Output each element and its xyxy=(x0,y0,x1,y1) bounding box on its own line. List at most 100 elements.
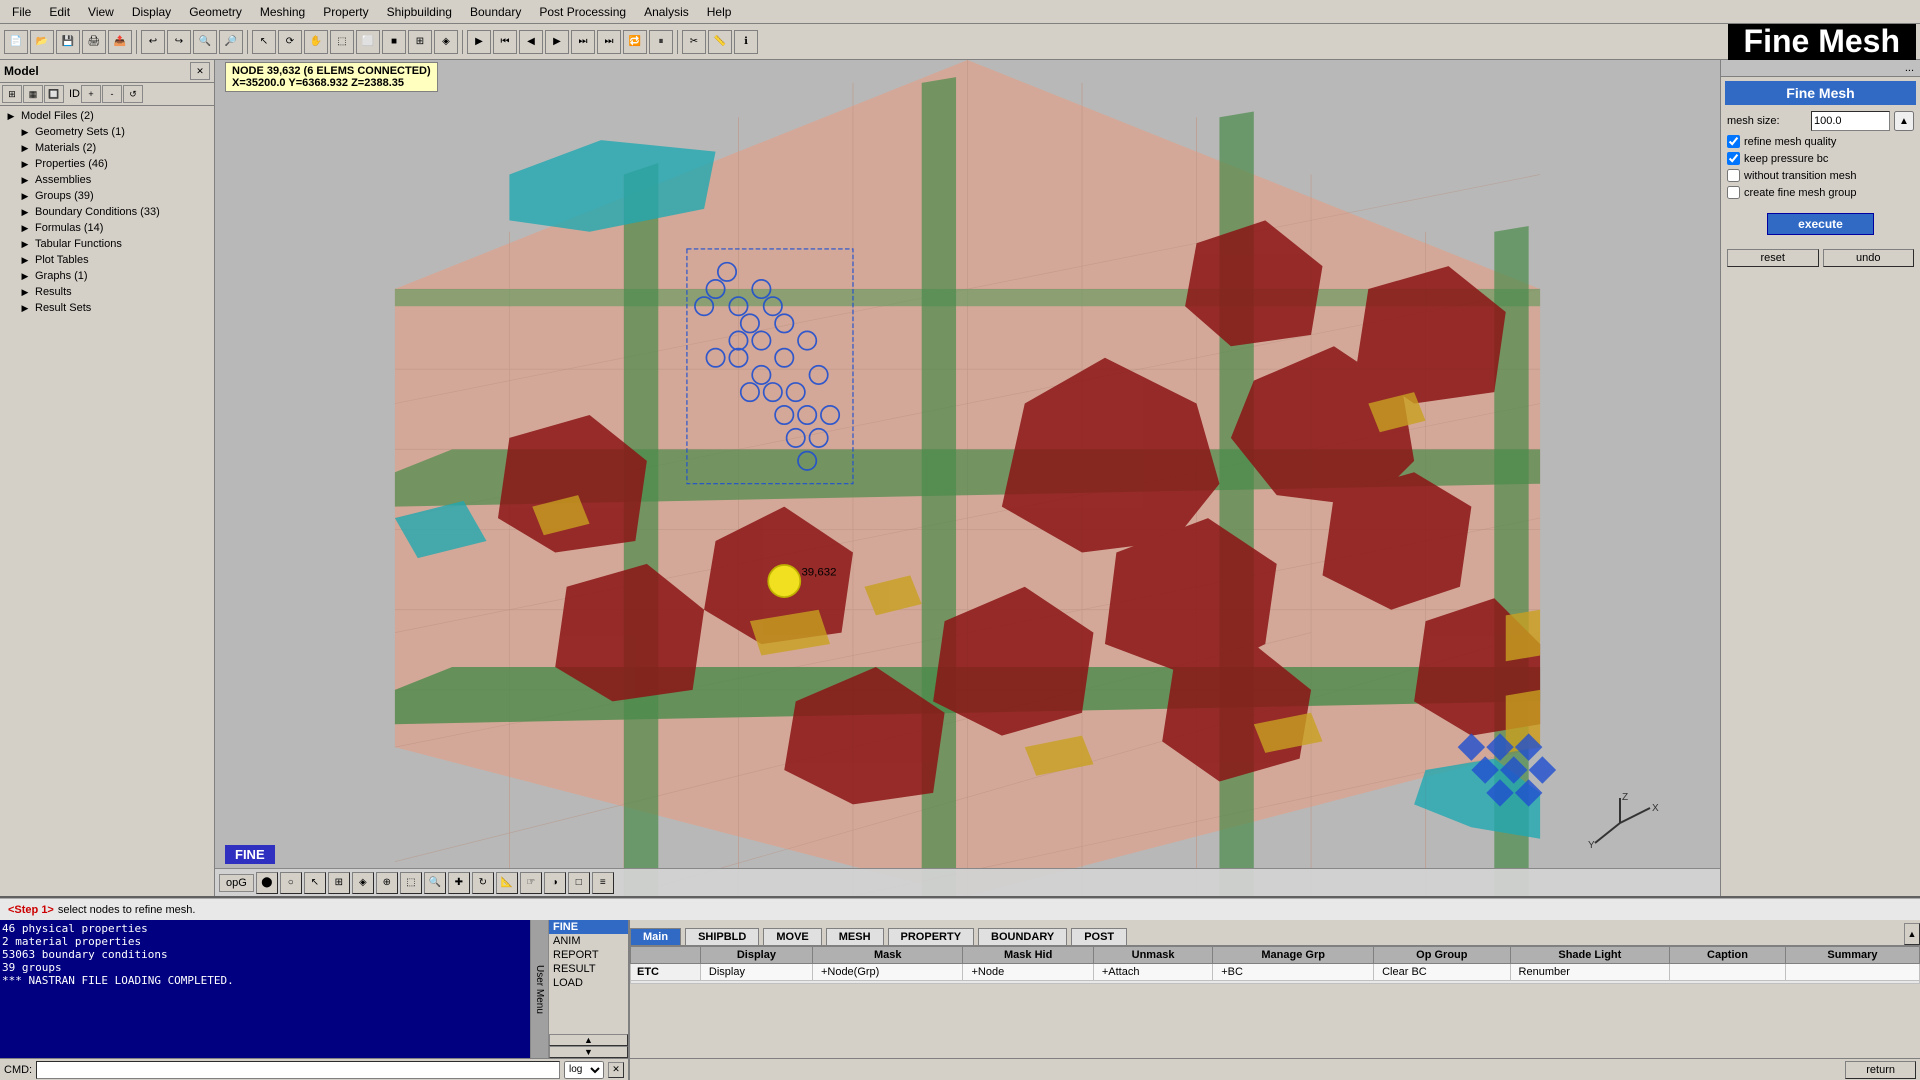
tree-item-formulas[interactable]: ▶ Formulas (14) xyxy=(16,220,212,236)
iso-btn[interactable]: ◈ xyxy=(434,30,458,54)
row-mask[interactable]: +Node(Grp) xyxy=(812,964,963,981)
menu-post-processing[interactable]: Post Processing xyxy=(531,3,634,21)
vp-more-btn[interactable]: ≡ xyxy=(592,872,614,894)
scroll-up-btn[interactable]: ▲ xyxy=(549,1034,628,1046)
log-select[interactable]: log all err xyxy=(564,1061,604,1079)
zoom-fit-btn[interactable]: ⬚ xyxy=(330,30,354,54)
export-btn[interactable]: 📤 xyxy=(108,30,132,54)
file-item-fine[interactable]: FINE xyxy=(549,920,628,934)
row-display[interactable]: Display xyxy=(700,964,812,981)
menu-property[interactable]: Property xyxy=(315,3,376,21)
vp-mask-btn[interactable]: ⬤ xyxy=(256,872,278,894)
row-shade-light[interactable]: Renumber xyxy=(1510,964,1670,981)
tree-item-materials[interactable]: ▶ Materials (2) xyxy=(16,140,212,156)
tree-item-geometry-sets[interactable]: ▶ Geometry Sets (1) xyxy=(16,124,212,140)
keep-pressure-bc-checkbox[interactable] xyxy=(1727,152,1740,165)
menu-meshing[interactable]: Meshing xyxy=(252,3,313,21)
row-op-group[interactable]: Clear BC xyxy=(1374,964,1510,981)
prev-btn[interactable]: ◀ xyxy=(519,30,543,54)
cmd-close-btn[interactable]: ✕ xyxy=(608,1062,624,1078)
tree-btn1[interactable]: ⊞ xyxy=(2,85,22,103)
tree-item-boundary-conditions[interactable]: ▶ Boundary Conditions (33) xyxy=(16,204,212,220)
menu-shipbuilding[interactable]: Shipbuilding xyxy=(379,3,460,21)
vp-shade-btn[interactable]: ◑ xyxy=(544,872,566,894)
tree-refresh[interactable]: ↺ xyxy=(123,85,143,103)
tree-item-groups[interactable]: ▶ Groups (39) xyxy=(16,188,212,204)
execute-button[interactable]: execute xyxy=(1767,213,1874,235)
last-btn[interactable]: ⏭ xyxy=(597,30,621,54)
tab-mesh[interactable]: MESH xyxy=(826,928,884,945)
file-item-report[interactable]: REPORT xyxy=(549,948,628,962)
return-button[interactable]: return xyxy=(1845,1061,1916,1079)
vp-fit-btn[interactable]: ⬚ xyxy=(400,872,422,894)
row-mask-hid[interactable]: +Node xyxy=(963,964,1093,981)
viewport[interactable]: NODE 39,632 (6 ELEMS CONNECTED) X=35200.… xyxy=(215,60,1720,896)
tab-property[interactable]: PROPERTY xyxy=(888,928,975,945)
vp-pick-btn[interactable]: ↖ xyxy=(304,872,326,894)
row-caption[interactable] xyxy=(1670,964,1786,981)
menu-file[interactable]: File xyxy=(4,3,39,21)
menu-analysis[interactable]: Analysis xyxy=(636,3,697,21)
pause-btn[interactable]: ⏸ xyxy=(649,30,673,54)
undo-button[interactable]: undo xyxy=(1823,249,1915,267)
measure-btn[interactable]: 📏 xyxy=(708,30,732,54)
tree-collapse[interactable]: - xyxy=(102,85,122,103)
print-btn[interactable]: 🖨 xyxy=(82,30,106,54)
tab-move[interactable]: MOVE xyxy=(763,928,821,945)
tree-item-properties[interactable]: ▶ Properties (46) xyxy=(16,156,212,172)
vp-unmask-btn[interactable]: ○ xyxy=(280,872,302,894)
next-btn[interactable]: ▶ xyxy=(545,30,569,54)
rotate-btn[interactable]: ⟳ xyxy=(278,30,302,54)
without-transition-checkbox[interactable] xyxy=(1727,169,1740,182)
redo-btn[interactable]: ↪ xyxy=(167,30,191,54)
vp-pick2-btn[interactable]: ☞ xyxy=(520,872,542,894)
tree-item-model-files[interactable]: ▶ Model Files (2) xyxy=(2,108,212,124)
tree-expand[interactable]: + xyxy=(81,85,101,103)
cmd-input[interactable] xyxy=(36,1061,560,1079)
menu-display[interactable]: Display xyxy=(124,3,179,21)
tree-item-assemblies[interactable]: ▶ Assemblies xyxy=(16,172,212,188)
tab-shipbld[interactable]: SHIPBLD xyxy=(685,928,759,945)
vp-pan-btn[interactable]: ✚ xyxy=(448,872,470,894)
first-btn[interactable]: ⏮ xyxy=(493,30,517,54)
step-btn[interactable]: ⏭ xyxy=(571,30,595,54)
create-fine-mesh-checkbox[interactable] xyxy=(1727,186,1740,199)
tree-item-result-sets[interactable]: ▶ Result Sets xyxy=(16,300,212,316)
undo-btn[interactable]: ↩ xyxy=(141,30,165,54)
file-item-load[interactable]: LOAD xyxy=(549,976,628,990)
file-item-result[interactable]: RESULT xyxy=(549,962,628,976)
zoom-btn[interactable]: 🔎 xyxy=(219,30,243,54)
mesh-btn[interactable]: ⊞ xyxy=(408,30,432,54)
vp-rotate-btn[interactable]: ↻ xyxy=(472,872,494,894)
tree-btn2[interactable]: ▦ xyxy=(23,85,43,103)
menu-edit[interactable]: Edit xyxy=(41,3,78,21)
row-manage-grp[interactable]: +BC xyxy=(1213,964,1374,981)
vp-display-btn[interactable]: ◈ xyxy=(352,872,374,894)
row-unmask[interactable]: +Attach xyxy=(1093,964,1212,981)
scroll-tabs-btn[interactable]: ▲ xyxy=(1904,923,1920,945)
select-btn[interactable]: ↖ xyxy=(252,30,276,54)
file-item-anim[interactable]: ANIM xyxy=(549,934,628,948)
info-btn[interactable]: ℹ xyxy=(734,30,758,54)
menu-geometry[interactable]: Geometry xyxy=(181,3,250,21)
scroll-down-btn[interactable]: ▼ xyxy=(549,1046,628,1058)
reset-button[interactable]: reset xyxy=(1727,249,1819,267)
row-summary[interactable] xyxy=(1785,964,1919,981)
open-btn[interactable]: 📂 xyxy=(30,30,54,54)
loop-btn[interactable]: 🔁 xyxy=(623,30,647,54)
tab-post[interactable]: POST xyxy=(1071,928,1127,945)
clipping-btn[interactable]: ✂ xyxy=(682,30,706,54)
mesh-size-input[interactable] xyxy=(1811,111,1890,131)
panel-close-btn[interactable]: ✕ xyxy=(190,62,210,80)
shade-btn[interactable]: ■ xyxy=(382,30,406,54)
tree-item-plot-tables[interactable]: ▶ Plot Tables xyxy=(16,252,212,268)
vp-group-btn[interactable]: ⊞ xyxy=(328,872,350,894)
vp-attach-btn[interactable]: ⊕ xyxy=(376,872,398,894)
menu-help[interactable]: Help xyxy=(699,3,740,21)
new-btn[interactable]: 📄 xyxy=(4,30,28,54)
menu-view[interactable]: View xyxy=(80,3,122,21)
refine-mesh-quality-checkbox[interactable] xyxy=(1727,135,1740,148)
side-menu-label[interactable]: User Menu xyxy=(530,920,548,1058)
save-btn[interactable]: 💾 xyxy=(56,30,80,54)
tree-item-graphs[interactable]: ▶ Graphs (1) xyxy=(16,268,212,284)
